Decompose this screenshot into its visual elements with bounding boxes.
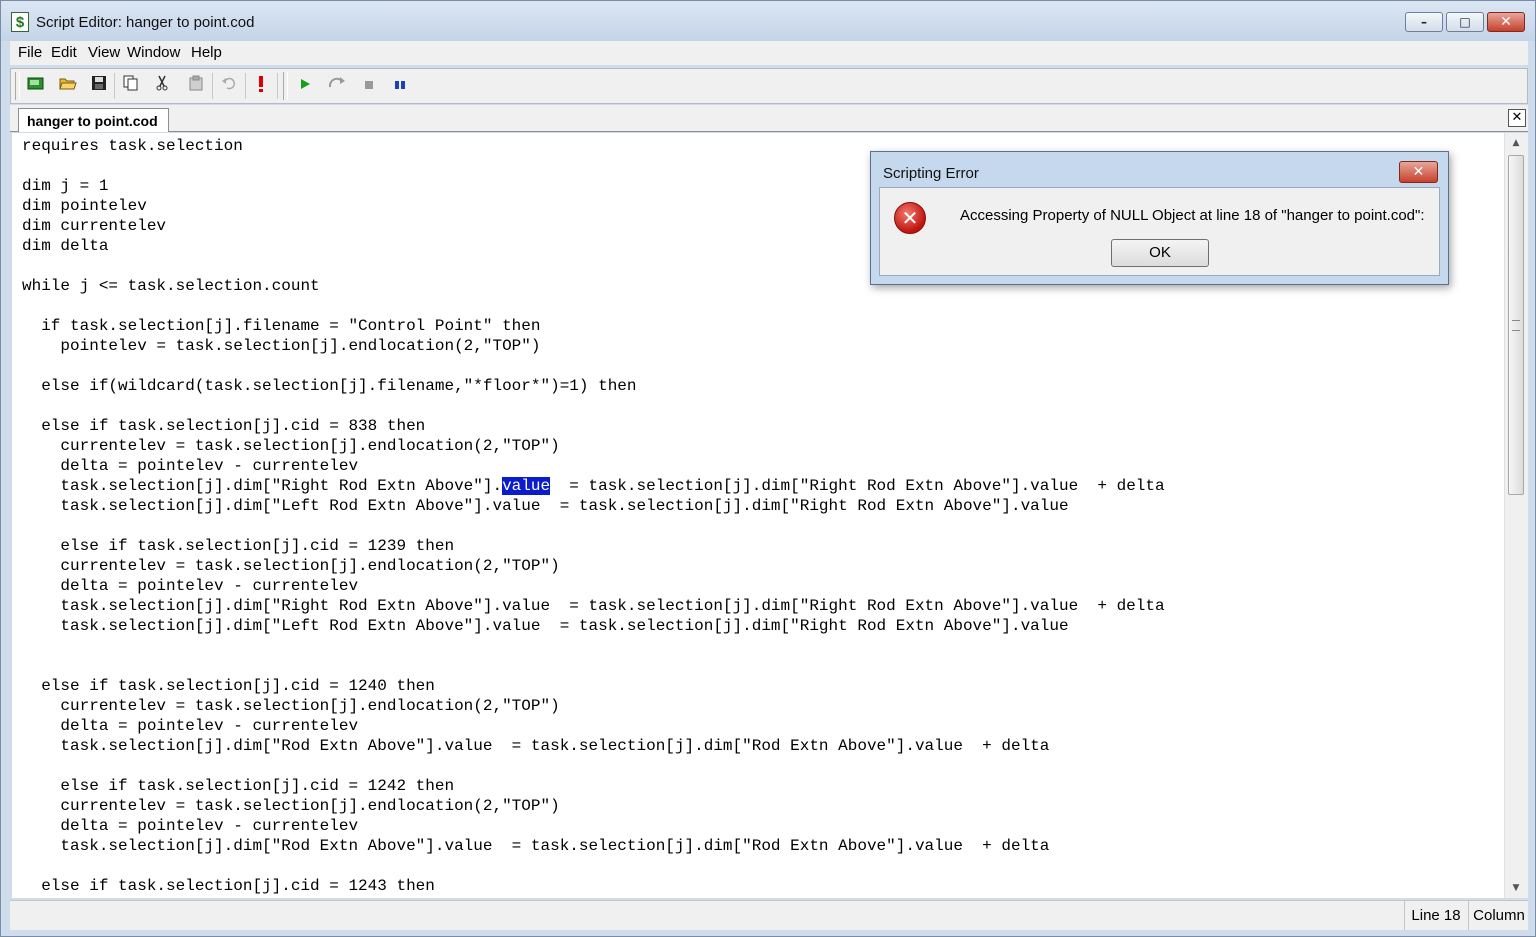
app-dollar-icon: $: [11, 12, 29, 32]
new-script-icon[interactable]: [25, 75, 47, 97]
error-message: Accessing Property of NULL Object at lin…: [960, 207, 1425, 224]
close-window-button[interactable]: ✕: [1487, 12, 1525, 32]
status-column: Column: [1468, 901, 1529, 930]
code-before-selection: requires task.selection dim j = 1 dim po…: [22, 137, 637, 495]
open-folder-icon[interactable]: [57, 75, 79, 97]
pause-icon[interactable]: [389, 75, 411, 97]
toolbar-separator: [245, 73, 246, 99]
menu-file[interactable]: File: [18, 44, 42, 61]
tab-hanger-to-point[interactable]: hanger to point.cod: [18, 108, 169, 132]
scroll-down-arrow-icon[interactable]: ▼: [1505, 880, 1527, 896]
window-title: Script Editor: hanger to point.cod: [36, 14, 255, 31]
code-after-selection: = task.selection[j].dim["Right Rod Extn …: [41, 477, 1165, 895]
dialog-body: ✕ Accessing Property of NULL Object at l…: [879, 187, 1440, 276]
cut-icon[interactable]: [151, 75, 173, 97]
title-bar[interactable]: $ Script Editor: hanger to point.cod – □…: [1, 1, 1535, 41]
menu-edit[interactable]: Edit: [51, 44, 77, 61]
script-editor-window: $ Script Editor: hanger to point.cod – □…: [0, 0, 1536, 937]
close-tab-icon[interactable]: ✕: [1508, 109, 1526, 127]
code-selection: value: [502, 477, 551, 495]
dialog-title: Scripting Error: [883, 165, 979, 182]
toolbar-grip[interactable]: [15, 72, 20, 100]
vertical-scrollbar[interactable]: ▲ ▼: [1504, 133, 1528, 898]
scripting-error-dialog: Scripting Error ✕ ✕ Accessing Property o…: [870, 151, 1449, 285]
scrollbar-thumb[interactable]: [1508, 155, 1524, 495]
menu-bar: File Edit View Window Help: [10, 41, 1528, 65]
save-icon[interactable]: [88, 75, 110, 97]
toolbar: [10, 68, 1528, 104]
toolbar-separator: [114, 73, 115, 99]
toolbar-grip[interactable]: [283, 72, 288, 100]
dialog-close-button[interactable]: ✕: [1399, 161, 1438, 183]
menu-help[interactable]: Help: [191, 44, 222, 61]
scroll-up-arrow-icon[interactable]: ▲: [1505, 135, 1527, 151]
ok-button[interactable]: OK: [1111, 239, 1209, 267]
menu-window[interactable]: Window: [127, 44, 180, 61]
maximize-button[interactable]: □: [1446, 12, 1484, 32]
status-line: Line 18: [1404, 901, 1467, 930]
run-icon[interactable]: [294, 75, 316, 97]
toolbar-separator: [212, 73, 213, 99]
error-icon: ✕: [894, 202, 926, 234]
paste-icon[interactable]: [185, 75, 207, 97]
error-mark-icon[interactable]: [250, 75, 272, 97]
scrollbar-grip-icon: [1512, 320, 1520, 331]
toolbar-separator: [277, 73, 278, 99]
undo-icon[interactable]: [218, 75, 240, 97]
menu-view[interactable]: View: [88, 44, 120, 61]
minimize-button[interactable]: –: [1405, 12, 1443, 32]
copy-icon[interactable]: [120, 75, 142, 97]
step-icon[interactable]: [326, 75, 348, 97]
status-bar: Line 18 Column: [10, 900, 1528, 930]
document-tab-strip: hanger to point.cod ✕: [10, 105, 1528, 132]
stop-icon[interactable]: [358, 75, 380, 97]
